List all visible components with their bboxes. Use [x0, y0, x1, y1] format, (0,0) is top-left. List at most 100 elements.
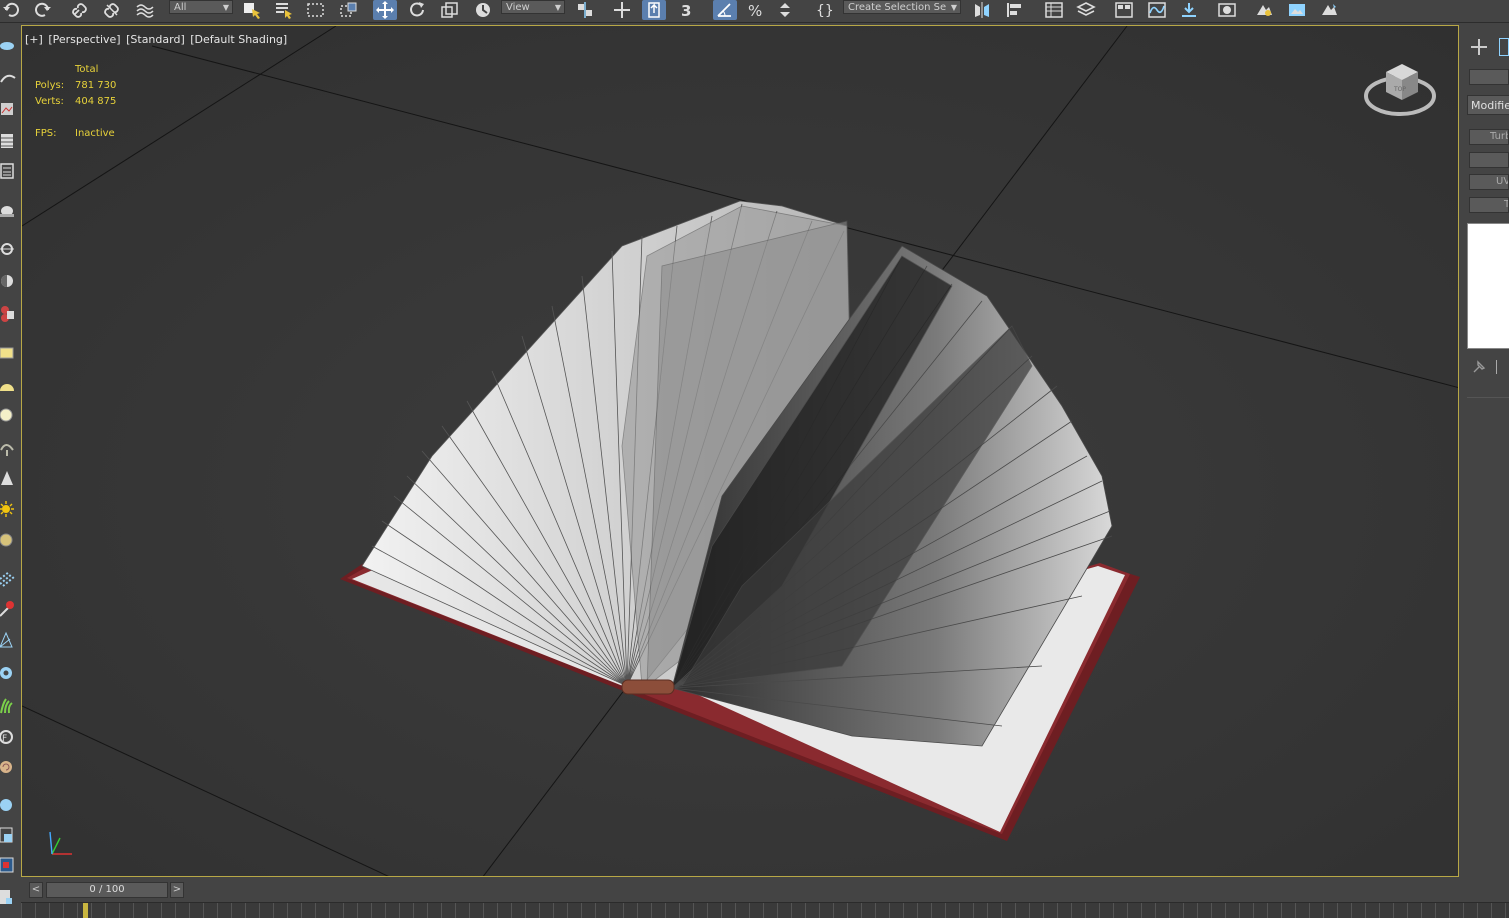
cone-icon[interactable]: [0, 468, 18, 490]
gear-icon[interactable]: [0, 662, 18, 684]
time-slider-prev-button[interactable]: <: [29, 882, 43, 898]
snaps-toggle-icon[interactable]: 3: [677, 0, 701, 20]
modifier-stack-list[interactable]: [1467, 223, 1509, 349]
render-production-icon[interactable]: [1317, 0, 1341, 20]
viewcube[interactable]: TOP: [1364, 56, 1442, 122]
viewport-label-menu[interactable]: [+] [Perspective] [Standard] [Default Sh…: [25, 33, 289, 46]
perspective-viewport[interactable]: [+] [Perspective] [Standard] [Default Sh…: [21, 25, 1459, 877]
plane-icon[interactable]: [0, 342, 18, 364]
time-slider-area: < 0 / 100 >: [21, 879, 1509, 918]
select-and-place-icon[interactable]: [471, 0, 495, 20]
pivot-center-icon[interactable]: [573, 0, 597, 20]
angle-snap-icon[interactable]: [713, 0, 737, 20]
modifier-button-uv[interactable]: UV: [1469, 174, 1509, 190]
edit-named-selection-icon[interactable]: {}: [812, 0, 836, 20]
redo-icon[interactable]: [30, 0, 54, 20]
time-slider-next-button[interactable]: >: [170, 882, 184, 898]
reference-coordinate-value: View: [506, 2, 530, 13]
named-selection-dropdown[interactable]: Create Selection Se ▼: [843, 0, 961, 14]
time-slider[interactable]: 0 / 100: [46, 882, 168, 898]
network-icon[interactable]: [0, 630, 18, 652]
svg-text:%: %: [748, 2, 762, 19]
chevron-down-icon: ▼: [554, 3, 561, 12]
svg-text:F: F: [2, 734, 7, 744]
stats-fps-value: Inactive: [75, 128, 115, 139]
command-panel-button[interactable]: [1469, 69, 1509, 85]
create-tab-icon[interactable]: [1469, 37, 1489, 57]
modifier-button-4[interactable]: T: [1469, 197, 1509, 213]
geosphere-icon[interactable]: [0, 529, 18, 551]
selection-filter-value: All: [174, 2, 187, 13]
link-icon[interactable]: [68, 0, 92, 20]
manipulate-icon[interactable]: [610, 0, 634, 20]
spiral-icon[interactable]: [0, 756, 18, 778]
unlink-icon[interactable]: [100, 0, 124, 20]
stats-verts-label: Verts:: [35, 96, 64, 107]
select-object-icon[interactable]: [240, 0, 264, 20]
render-window-icon[interactable]: [0, 854, 18, 876]
viewport-general-menu[interactable]: [+]: [25, 33, 43, 46]
spinner-snap-icon[interactable]: [773, 0, 797, 20]
scene-explorer-icon[interactable]: [1042, 0, 1066, 20]
modifier-button-turbosmooth[interactable]: Turb: [1469, 129, 1509, 145]
align-icon[interactable]: [1003, 0, 1027, 20]
reference-coordinate-dropdown[interactable]: View ▼: [501, 0, 565, 14]
viewcube-face-label: TOP: [1393, 86, 1406, 93]
viewport-shading-menu[interactable]: [Default Shading]: [190, 33, 287, 46]
modifier-list-dropdown[interactable]: Modifier: [1467, 95, 1509, 115]
select-and-move-icon[interactable]: [373, 0, 397, 20]
sun-icon[interactable]: [0, 498, 18, 520]
layer-explorer-icon[interactable]: [1074, 0, 1098, 20]
selection-filter-dropdown[interactable]: All ▼: [169, 0, 233, 14]
font-icon[interactable]: F: [0, 726, 18, 748]
current-frame-marker[interactable]: [83, 903, 88, 918]
sphere-icon[interactable]: [0, 404, 18, 426]
pin-stack-icon[interactable]: [1471, 359, 1487, 375]
curve-editor-icon[interactable]: [1145, 0, 1169, 20]
viewport-standard-menu[interactable]: [Standard]: [126, 33, 185, 46]
left-command-strip: F: [0, 24, 20, 917]
script-icon[interactable]: [0, 886, 18, 908]
bind-space-warp-icon[interactable]: [133, 0, 157, 20]
stats-total-label: Total: [75, 64, 99, 75]
rectangular-selection-icon[interactable]: [304, 0, 328, 20]
select-and-rotate-icon[interactable]: [406, 0, 430, 20]
list-icon[interactable]: [0, 160, 18, 182]
material-editor-icon[interactable]: [1215, 0, 1239, 20]
schematic-view-icon[interactable]: [1177, 0, 1201, 20]
brush-icon[interactable]: [0, 598, 18, 620]
half-disc-icon[interactable]: [0, 374, 18, 396]
camera-icon[interactable]: [0, 302, 18, 324]
teapot-icon[interactable]: [0, 198, 18, 220]
gizmo-icon[interactable]: [0, 238, 18, 260]
render-setup-icon[interactable]: [1252, 0, 1276, 20]
cloud-icon[interactable]: [0, 34, 18, 56]
window-crossing-icon[interactable]: [337, 0, 361, 20]
modifier-button-2[interactable]: [1469, 152, 1509, 168]
particle-icon[interactable]: [0, 568, 18, 590]
select-and-scale-icon[interactable]: [438, 0, 462, 20]
undo-icon[interactable]: [0, 0, 24, 20]
viewport-point-of-view-menu[interactable]: [Perspective]: [48, 33, 120, 46]
stats-verts-value: 404 875: [75, 96, 117, 107]
blue-sphere-icon[interactable]: [0, 794, 18, 816]
image-plane-icon[interactable]: [0, 98, 18, 120]
tree-icon[interactable]: [0, 436, 18, 458]
select-by-name-icon[interactable]: [272, 0, 296, 20]
half-sphere-icon[interactable]: [0, 270, 18, 292]
keyboard-shortcut-override-icon[interactable]: [642, 0, 666, 20]
svg-text:3: 3: [681, 2, 691, 19]
modify-tab-icon[interactable]: [1499, 38, 1509, 56]
mesh-icon[interactable]: [0, 824, 18, 846]
percent-snap-icon[interactable]: %: [745, 0, 769, 20]
track-bar[interactable]: [21, 902, 1509, 918]
toggle-ribbon-icon[interactable]: [1112, 0, 1136, 20]
scene-canvas[interactable]: [22, 26, 1459, 877]
mirror-icon[interactable]: [970, 0, 994, 20]
stack-divider: [1496, 360, 1497, 374]
grass-icon[interactable]: [0, 694, 18, 716]
film-strip-icon[interactable]: [0, 130, 18, 152]
rendered-frame-window-icon[interactable]: [1285, 0, 1309, 20]
arc-icon[interactable]: [0, 66, 18, 88]
svg-text:{}: {}: [816, 3, 834, 19]
